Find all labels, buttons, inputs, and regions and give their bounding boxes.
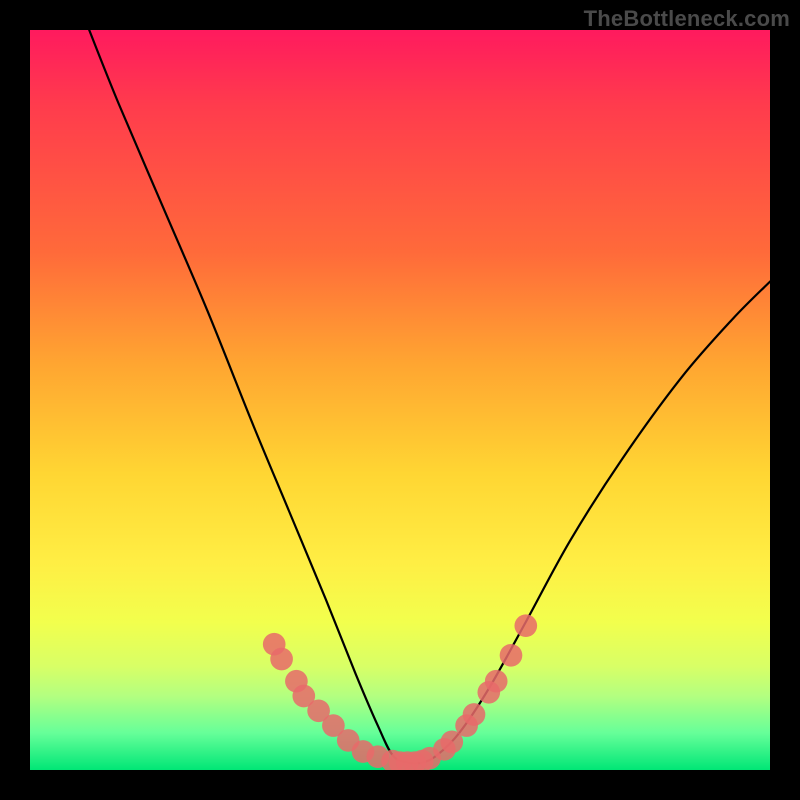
plot-area [30,30,770,770]
curve-marker [514,614,537,637]
marker-group [263,614,537,770]
curve-marker [485,670,508,693]
chart-frame: TheBottleneck.com [0,0,800,800]
curve-marker [500,644,523,667]
bottleneck-curve-path [89,30,770,764]
curve-marker [270,648,293,671]
curve-marker [463,703,486,726]
watermark-text: TheBottleneck.com [584,6,790,32]
curve-svg [30,30,770,770]
